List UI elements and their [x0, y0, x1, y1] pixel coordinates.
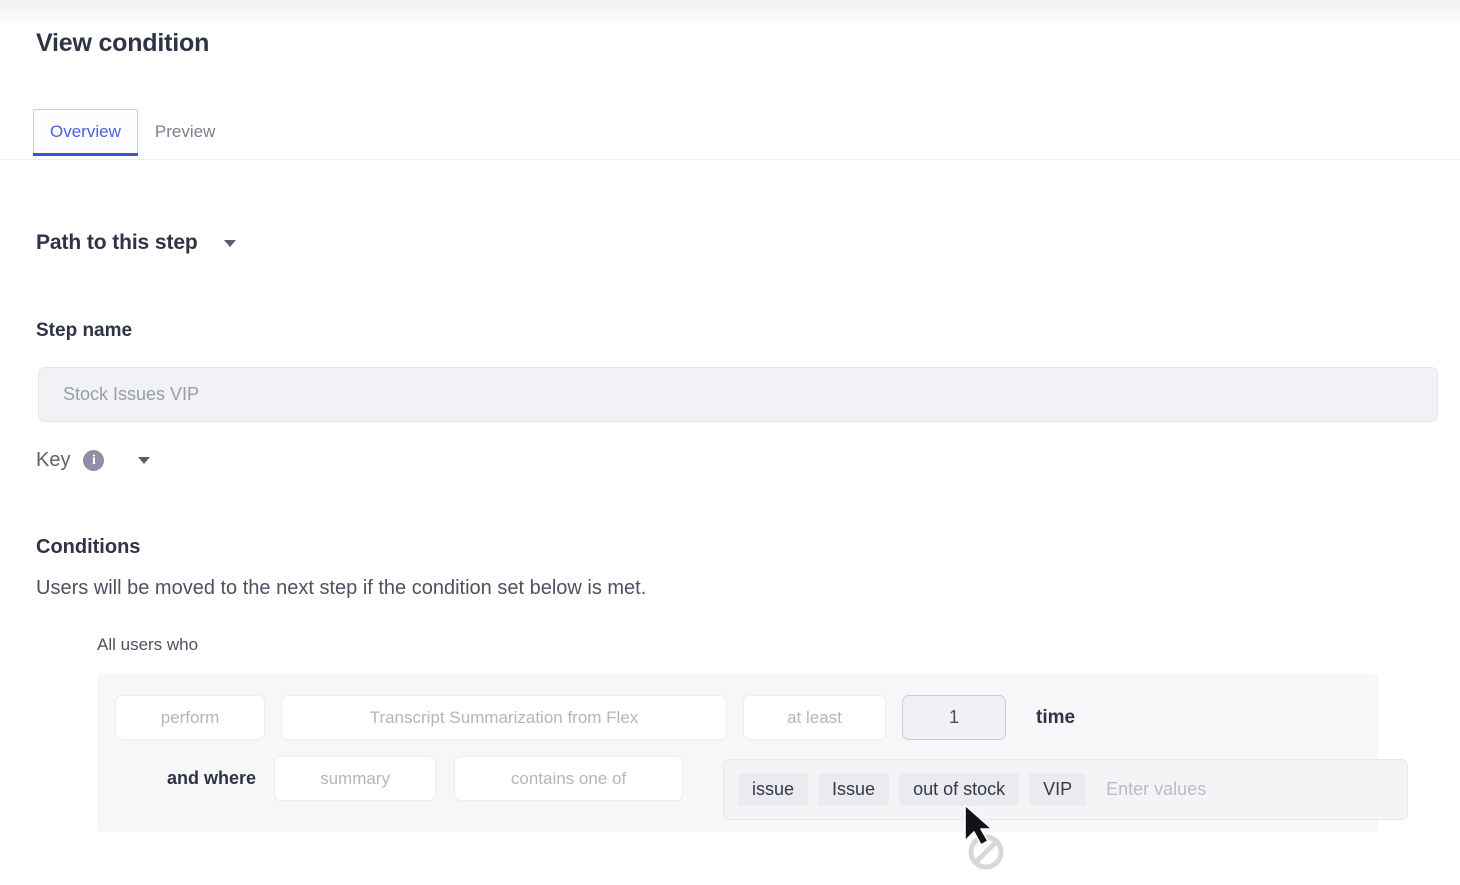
- tab-preview-label: Preview: [154, 122, 216, 141]
- condition-comparator-select[interactable]: contains one of: [454, 756, 684, 801]
- info-icon[interactable]: i: [83, 450, 105, 471]
- chevron-down-icon: [138, 457, 151, 464]
- condition-event-select[interactable]: Transcript Summarization from Flex: [281, 695, 727, 740]
- condition-row-1: perform Transcript Summarization from Fl…: [115, 695, 1075, 740]
- value-tag[interactable]: Issue: [818, 773, 890, 806]
- tab-preview[interactable]: Preview: [138, 109, 232, 156]
- condition-verb-select[interactable]: perform: [115, 695, 265, 740]
- step-name-label: Step name: [36, 320, 133, 341]
- tab-overview-label: Overview: [50, 122, 121, 141]
- condition-values-placeholder: Enter values: [1106, 779, 1207, 799]
- condition-property-select[interactable]: summary: [274, 756, 437, 801]
- conditions-description: Users will be moved to the next step if …: [36, 577, 647, 599]
- tab-active-underline: [33, 153, 138, 156]
- step-name-input[interactable]: [38, 367, 1438, 422]
- condition-row-2: and where summary contains one of: [167, 756, 684, 801]
- chevron-down-icon: [223, 239, 236, 247]
- condition-conjunction-label: and where: [167, 768, 257, 788]
- conditions-heading: Conditions: [36, 536, 141, 558]
- condition-values-input[interactable]: issue Issue out of stock VIP Enter value…: [723, 759, 1408, 820]
- condition-operator-select[interactable]: at least: [743, 695, 886, 740]
- condition-count-input[interactable]: [902, 695, 1006, 740]
- top-gradient-band: [0, 0, 1460, 26]
- value-tag[interactable]: issue: [738, 773, 809, 806]
- condition-unit-label: time: [1036, 706, 1076, 728]
- tab-overview[interactable]: Overview: [33, 109, 138, 156]
- value-tag[interactable]: VIP: [1029, 773, 1087, 806]
- page-title: View condition: [36, 29, 210, 57]
- key-label: Key: [36, 449, 71, 471]
- key-dropdown[interactable]: Key i: [36, 449, 151, 472]
- path-to-this-step-label: Path to this step: [36, 231, 198, 254]
- path-to-this-step-dropdown[interactable]: Path to this step: [36, 231, 236, 255]
- value-tag[interactable]: out of stock: [899, 773, 1020, 806]
- condition-group-label: All users who: [97, 635, 199, 654]
- tab-bar: Overview Preview: [33, 109, 232, 159]
- tabs-divider: [0, 159, 1460, 160]
